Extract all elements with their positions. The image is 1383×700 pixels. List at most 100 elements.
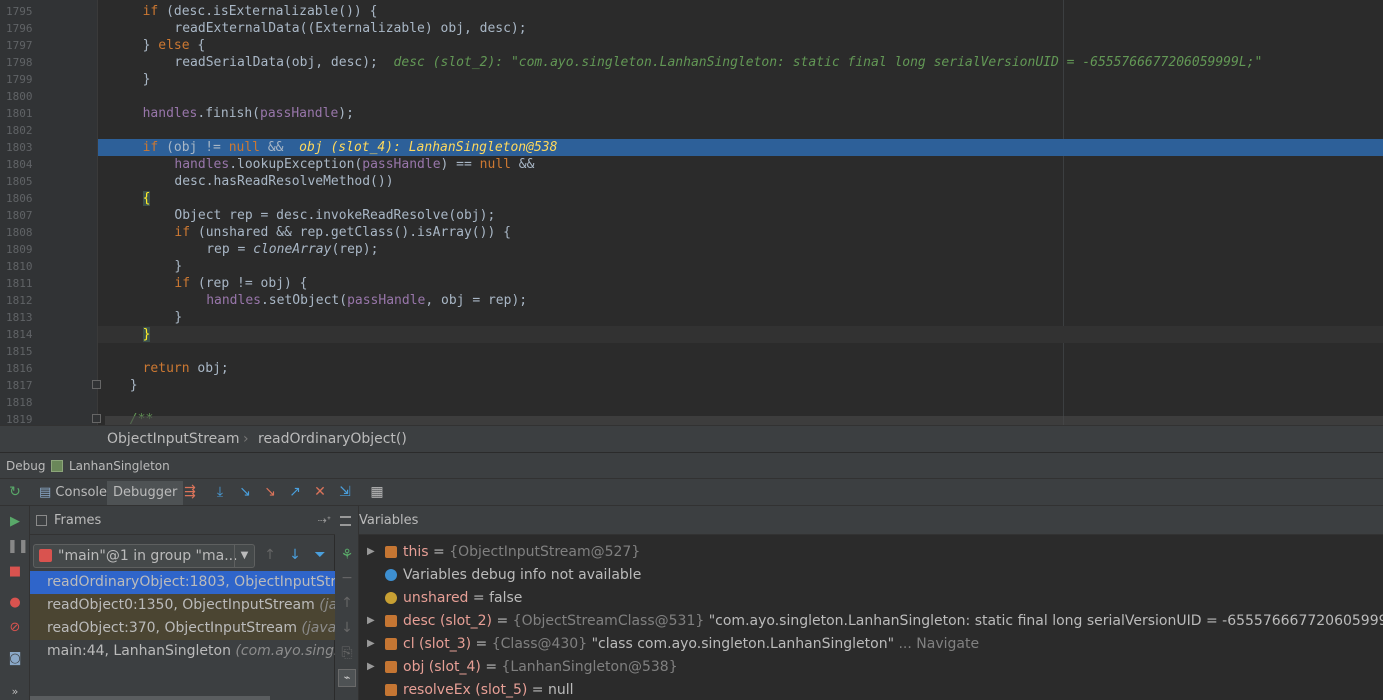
breadcrumb-method[interactable]: readOrdinaryObject(): [258, 426, 407, 453]
line-number[interactable]: 1819: [6, 411, 46, 425]
code-line[interactable]: }: [98, 377, 1383, 394]
step-over-icon[interactable]: ⤓: [212, 484, 228, 500]
thread-select[interactable]: "main"@1 in group "ma... ▼: [33, 544, 255, 568]
line-number[interactable]: 1818: [6, 394, 46, 411]
line-number[interactable]: 1807: [6, 207, 46, 224]
code-line[interactable]: desc.hasReadResolveMethod()): [98, 173, 1383, 190]
line-number[interactable]: 1813: [6, 309, 46, 326]
line-number[interactable]: 1812: [6, 292, 46, 309]
code-line[interactable]: handles.lookupException(passHandle) == n…: [98, 156, 1383, 173]
code-line[interactable]: if (unshared && rep.getClass().isArray()…: [98, 224, 1383, 241]
step-out-icon[interactable]: ↗: [287, 484, 303, 500]
variable-row[interactable]: resolveEx (slot_5) = null: [385, 679, 574, 700]
frames-scrollbar[interactable]: [30, 696, 270, 700]
run-config-name[interactable]: LanhanSingleton: [69, 453, 170, 479]
line-number[interactable]: 1796: [6, 20, 46, 37]
code-line[interactable]: }: [98, 309, 1383, 326]
stack-frame-item[interactable]: readObject:370, ObjectInputStream (java.…: [30, 617, 335, 640]
variable-nav[interactable]: ... Navigate: [894, 636, 979, 652]
move-down-icon[interactable]: ↓: [339, 620, 355, 636]
code-line[interactable]: if (desc.isExternalizable()) {: [98, 3, 1383, 20]
code-line[interactable]: [98, 88, 1383, 105]
line-number[interactable]: 1811: [6, 275, 46, 292]
code-line[interactable]: readSerialData(obj, desc); desc (slot_2)…: [98, 54, 1383, 71]
line-number[interactable]: 1816: [6, 360, 46, 377]
stack-frame-item[interactable]: readObject0:1350, ObjectInputStream (jav…: [30, 594, 335, 617]
resume-icon[interactable]: ▶: [7, 514, 23, 530]
evaluate-expression-icon[interactable]: ▦: [369, 484, 385, 500]
code-editor[interactable]: 1795 1796 1797 1798 1799 1800 1801 1802 1803 1804…: [0, 0, 1383, 425]
code-line[interactable]: handles.finish(passHandle);: [98, 105, 1383, 122]
expand-arrow-icon[interactable]: ▶: [367, 661, 375, 672]
expand-arrow-icon[interactable]: ▶: [367, 546, 375, 557]
copy-icon[interactable]: ⎘: [339, 645, 355, 661]
line-number[interactable]: 1798: [6, 54, 46, 71]
show-values-inline-icon[interactable]: ⌁: [338, 669, 356, 687]
code-line[interactable]: } else {: [98, 37, 1383, 54]
line-number[interactable]: 1805: [6, 173, 46, 190]
filter-icon[interactable]: ⏷: [312, 547, 328, 563]
line-number[interactable]: 1817: [6, 377, 46, 394]
code-line[interactable]: }: [98, 258, 1383, 275]
variable-row[interactable]: this = {ObjectInputStream@527}: [385, 541, 640, 564]
fold-marker-icon[interactable]: [92, 414, 101, 423]
expand-arrow-icon[interactable]: ▶: [367, 638, 375, 649]
view-breakpoints-icon[interactable]: ●: [7, 595, 23, 611]
step-into-icon[interactable]: ↘: [237, 484, 253, 500]
code-line[interactable]: handles.setObject(passHandle, obj = rep)…: [98, 292, 1383, 309]
breadcrumb-class[interactable]: ObjectInputStream: [107, 426, 240, 453]
code-line[interactable]: readExternalData((Externalizable) obj, d…: [98, 20, 1383, 37]
mute-breakpoints-icon[interactable]: ⊘: [7, 620, 23, 636]
code-line[interactable]: {: [98, 190, 1383, 207]
line-number[interactable]: 1797: [6, 37, 46, 54]
line-number[interactable]: 1806: [6, 190, 46, 207]
variable-row[interactable]: unshared = false: [385, 587, 522, 610]
remove-watch-icon[interactable]: −: [339, 570, 355, 586]
next-frame-icon[interactable]: ↓: [287, 547, 303, 563]
line-number[interactable]: 1801: [6, 105, 46, 122]
run-to-cursor-icon[interactable]: ⇲: [337, 484, 353, 500]
horizontal-scrollbar[interactable]: [105, 416, 1383, 425]
show-execution-point-icon[interactable]: ⇶: [182, 484, 198, 500]
expand-arrow-icon[interactable]: ▶: [367, 615, 375, 626]
fold-marker-icon[interactable]: [92, 380, 101, 389]
rerun-icon[interactable]: ↻: [7, 484, 23, 500]
stop-icon[interactable]: ■: [7, 564, 23, 580]
line-number[interactable]: 1802: [6, 122, 46, 139]
code-line[interactable]: [98, 394, 1383, 411]
line-number[interactable]: 1814: [6, 326, 46, 343]
line-number[interactable]: 1809: [6, 241, 46, 258]
drop-frame-icon[interactable]: ✕: [312, 484, 328, 500]
line-number-gutter[interactable]: 1795 1796 1797 1798 1799 1800 1801 1802 1803 1804…: [0, 0, 98, 425]
chevron-down-icon[interactable]: ▼: [234, 545, 254, 567]
code-line[interactable]: Object rep = desc.invokeReadResolve(obj)…: [98, 207, 1383, 224]
code-line[interactable]: }: [98, 326, 1383, 343]
more-icon[interactable]: »: [7, 684, 23, 700]
new-watch-icon[interactable]: ⚘: [339, 547, 355, 563]
force-step-into-icon[interactable]: ↘: [262, 484, 278, 500]
line-number[interactable]: 1800: [6, 88, 46, 105]
code-line[interactable]: [98, 122, 1383, 139]
tab-debugger[interactable]: Debugger: [107, 481, 184, 505]
variable-row[interactable]: Variables debug info not available: [385, 564, 641, 587]
execution-point-line[interactable]: if (obj != null && obj (slot_4): LanhanS…: [98, 139, 1383, 156]
variable-row[interactable]: obj (slot_4) = {LanhanSingleton@538}: [385, 656, 678, 679]
variable-row[interactable]: desc (slot_2) = {ObjectStreamClass@531} …: [385, 610, 1383, 633]
line-number[interactable]: 1810: [6, 258, 46, 275]
line-number[interactable]: 1803: [6, 139, 46, 156]
variable-row[interactable]: cl (slot_3) = {Class@430} "class com.ayo…: [385, 633, 979, 656]
code-line[interactable]: }: [98, 71, 1383, 88]
line-number[interactable]: 1795: [6, 3, 46, 20]
camera-icon[interactable]: ◙: [7, 651, 23, 667]
move-up-icon[interactable]: ↑: [339, 595, 355, 611]
code-line[interactable]: if (rep != obj) {: [98, 275, 1383, 292]
code-line[interactable]: [98, 343, 1383, 360]
pause-icon[interactable]: ❚❚: [7, 539, 29, 555]
previous-frame-icon[interactable]: ↑: [262, 547, 278, 563]
stack-frame-item[interactable]: main:44, LanhanSingleton (com.ayo.single…: [30, 640, 335, 663]
code-line[interactable]: return obj;: [98, 360, 1383, 377]
line-number[interactable]: 1815: [6, 343, 46, 360]
line-number[interactable]: 1804: [6, 156, 46, 173]
tab-console[interactable]: ▤ Console: [33, 481, 113, 505]
line-number[interactable]: 1808: [6, 224, 46, 241]
